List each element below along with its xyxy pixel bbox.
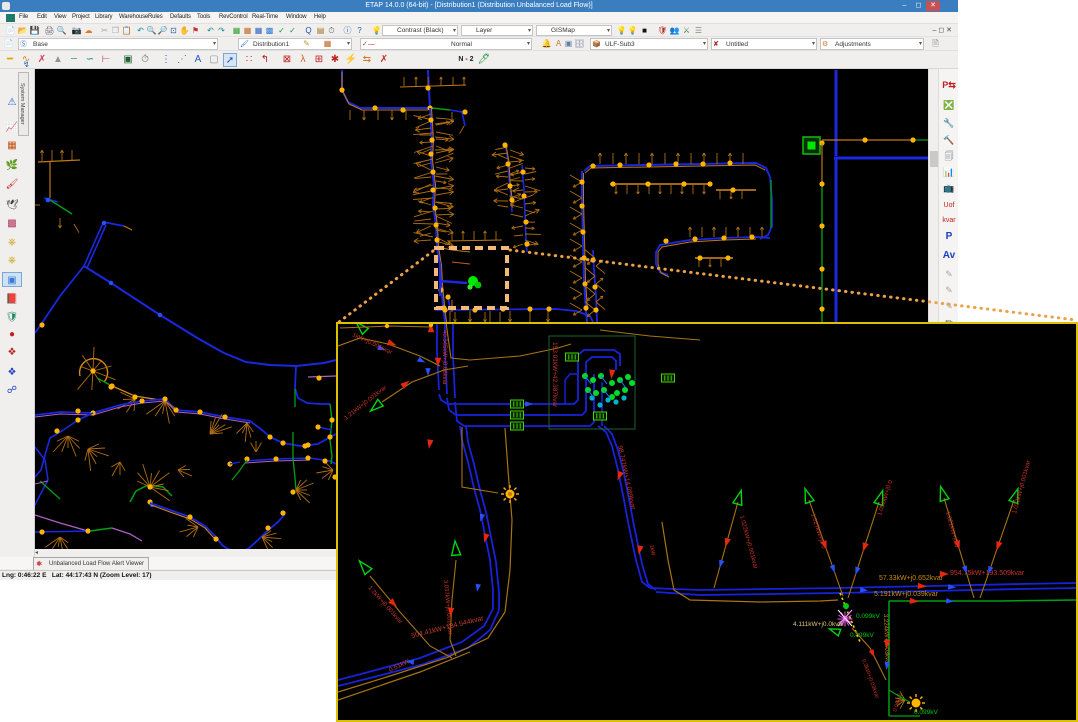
svg-text:1.051kW+j0.0: 1.051kW+j0.0 (877, 479, 894, 517)
svg-text:1.027kW+j0.0: 1.027kW+j0.0 (809, 513, 826, 551)
svg-text:0.3kW+j0.03kvar: 0.3kW+j0.03kvar (860, 659, 880, 700)
svg-text:1.023kW+j0.001kvar: 1.023kW+j0.001kvar (1012, 460, 1032, 515)
svg-text:1.022kW+j0.001kvar: 1.022kW+j0.001kvar (738, 515, 758, 570)
svg-text:0.099kV: 0.099kV (850, 632, 875, 639)
svg-text:1.2kW+j0.001kvar: 1.2kW+j0.001kvar (367, 585, 404, 625)
svg-text:4.111kW+j0.0kvar: 4.111kW+j0.0kvar (793, 621, 845, 628)
svg-text:0.099kV: 0.099kV (914, 709, 939, 716)
svg-text:1.021kW+j0.0: 1.021kW+j0.0 (944, 511, 960, 549)
svg-text:153.01kW+42.387kvar: 153.01kW+42.387kvar (551, 342, 558, 408)
svg-text:57.33kW+j0.652kvar: 57.33kW+j0.652kvar (879, 575, 944, 582)
svg-text:0.099kV: 0.099kV (856, 613, 881, 620)
svg-text:40.345kW+j0.66kvar: 40.345kW+j0.66kvar (441, 330, 447, 385)
svg-text:5.191kW+j0.039kvar: 5.191kW+j0.039kvar (874, 591, 939, 598)
svg-text:0.51kW: 0.51kW (388, 658, 412, 674)
svg-text:1kW: 1kW (648, 544, 656, 557)
